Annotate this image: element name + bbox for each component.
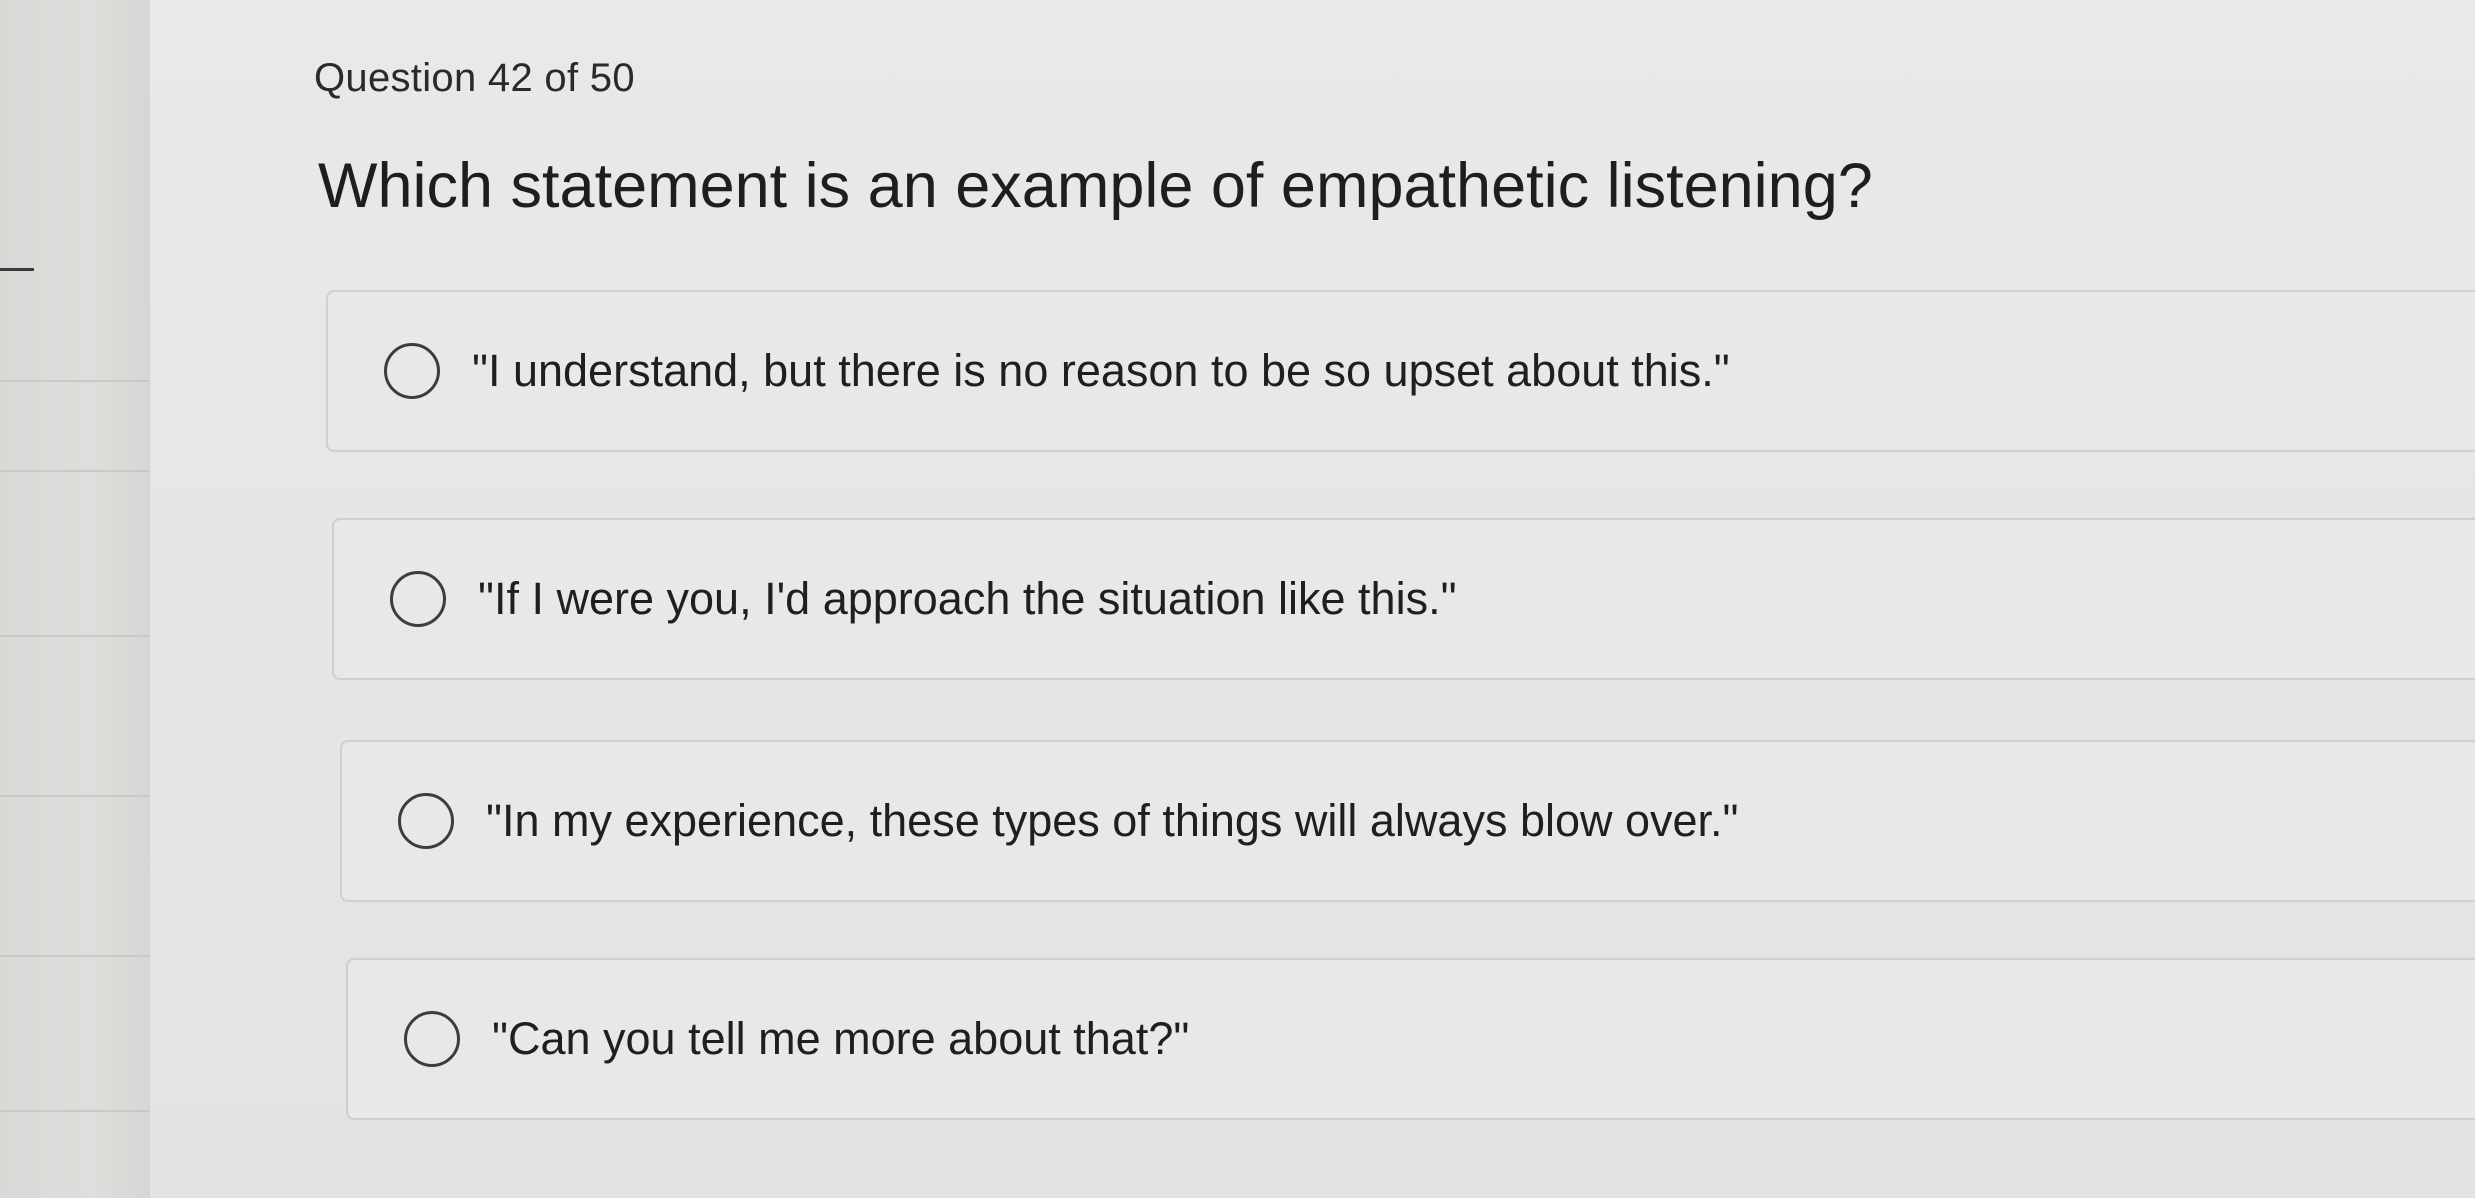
radio-button-icon[interactable] <box>398 793 454 849</box>
panel-divider <box>0 795 150 797</box>
answer-option-1[interactable]: "I understand, but there is no reason to… <box>326 290 2475 452</box>
answer-option-label: "Can you tell me more about that?" <box>492 1013 1190 1064</box>
answer-option-3[interactable]: "In my experience, these types of things… <box>340 740 2475 902</box>
panel-edge-marker <box>0 268 34 271</box>
radio-button-icon[interactable] <box>404 1011 460 1067</box>
panel-divider <box>0 380 150 382</box>
answer-option-4[interactable]: "Can you tell me more about that?" <box>346 958 2475 1120</box>
quiz-page: Question 42 of 50 Which statement is an … <box>150 0 2475 1198</box>
panel-divider <box>0 1110 150 1112</box>
question-counter: Question 42 of 50 <box>314 56 635 100</box>
adjacent-panel <box>0 0 152 1198</box>
answer-option-label: "If I were you, I'd approach the situati… <box>478 573 1457 624</box>
radio-button-icon[interactable] <box>390 571 446 627</box>
answer-option-label: "In my experience, these types of things… <box>486 795 1739 846</box>
answer-option-2[interactable]: "If I were you, I'd approach the situati… <box>332 518 2475 680</box>
panel-divider <box>0 955 150 957</box>
panel-divider <box>0 470 150 472</box>
answer-option-label: "I understand, but there is no reason to… <box>472 345 1730 396</box>
radio-button-icon[interactable] <box>384 343 440 399</box>
question-prompt: Which statement is an example of empathe… <box>318 151 1873 221</box>
panel-divider <box>0 635 150 637</box>
